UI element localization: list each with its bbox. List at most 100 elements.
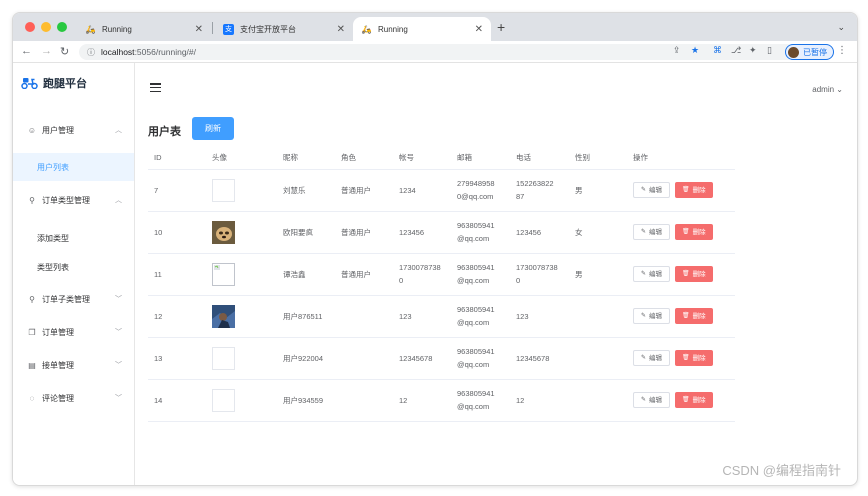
trash-icon: 🗑	[682, 228, 690, 235]
share-icon[interactable]: ⇪	[673, 45, 681, 56]
edit-button[interactable]: ✎ 编辑	[633, 224, 671, 241]
tab-close-icon[interactable]: ✕	[337, 24, 345, 35]
maximize-window-button[interactable]	[57, 22, 67, 32]
menu-add-type[interactable]: 添加类型	[13, 224, 134, 252]
delete-label: 删除	[692, 186, 706, 194]
trash-icon: 🗑	[682, 396, 690, 403]
cell-phone: 123	[510, 295, 569, 338]
cell-email: 963805941 @qq.com	[451, 337, 510, 380]
bookmark-star-icon[interactable]: ★	[691, 45, 699, 56]
phone-line: 1730078738	[516, 263, 558, 272]
brand: 跑腿平台	[21, 75, 87, 91]
menu-comment-management[interactable]: ◌ 评论管理 ﹀	[13, 383, 134, 413]
chevron-down-icon: ⌄	[836, 85, 843, 94]
email-line: 279948958	[457, 179, 495, 188]
reload-icon[interactable]: ↻	[60, 45, 69, 58]
cell-account: 123456	[393, 211, 451, 254]
back-icon[interactable]: ←	[21, 45, 32, 57]
menu-order-subtype-management[interactable]: ⚲ 订单子类管理 ﹀	[13, 284, 134, 314]
delete-button[interactable]: 🗑 删除	[675, 350, 713, 367]
phone-line: 0	[516, 276, 521, 285]
cell-nickname: 谭浩鑫	[277, 253, 335, 296]
more-menu-icon[interactable]: ⋮	[837, 45, 847, 56]
url-field[interactable]: ⓘ localhost:5056/running/#/	[79, 44, 795, 60]
cell-role: 普通用户	[335, 253, 393, 296]
menu-type-list[interactable]: 类型列表	[13, 253, 134, 281]
menu-user-list[interactable]: 用户列表	[13, 153, 134, 181]
account-line: 0	[399, 276, 404, 285]
user-dropdown[interactable]: admin ⌄	[812, 85, 843, 94]
minimize-window-button[interactable]	[41, 22, 51, 32]
cell-phone: 12	[510, 379, 569, 422]
browser-tab-1[interactable]: 🛵 Running ✕	[77, 17, 211, 41]
profile-paused-button[interactable]: 已暂停	[785, 44, 834, 60]
delete-button[interactable]: 🗑 删除	[675, 182, 713, 199]
cell-phone: 152263822 87	[510, 169, 569, 212]
cell-id: 14	[148, 379, 206, 422]
cell-avatar	[206, 379, 277, 422]
close-window-button[interactable]	[25, 22, 35, 32]
browser-tab-2[interactable]: 支 支付宝开放平台 ✕	[215, 17, 353, 41]
alipay-favicon-icon: 支	[223, 23, 234, 35]
browser-tab-3[interactable]: 🛵 Running ✕	[353, 17, 491, 41]
cell-actions: ✎ 编辑 🗑 删除	[627, 379, 735, 422]
menu-toggle-icon[interactable]	[150, 83, 161, 92]
tab-close-icon[interactable]: ✕	[475, 24, 483, 35]
delete-button[interactable]: 🗑 删除	[675, 224, 713, 241]
cell-email: 963805941 @qq.com	[451, 379, 510, 422]
cell-email: 963805941 @qq.com	[451, 211, 510, 254]
puzzle-icon[interactable]: ✦	[749, 45, 757, 56]
edit-button[interactable]: ✎ 编辑	[633, 182, 671, 199]
browser-window: 🛵 Running ✕ 支 支付宝开放平台 ✕ 🛵 Running ✕ + ⌄ …	[12, 12, 858, 486]
new-tab-icon[interactable]: +	[497, 20, 505, 34]
edit-label: 编辑	[649, 354, 663, 362]
delete-button[interactable]: 🗑 删除	[675, 308, 713, 325]
menu-user-management[interactable]: ☺ 用户管理 ︿	[13, 115, 134, 145]
tab-search-chevron-icon[interactable]: ⌄	[837, 22, 845, 33]
translate-icon[interactable]: ⌘	[713, 45, 722, 56]
delete-button[interactable]: 🗑 删除	[675, 392, 713, 409]
menu-label: 订单管理	[42, 327, 74, 337]
cell-gender: 男	[569, 169, 627, 212]
delete-button[interactable]: 🗑 删除	[675, 266, 713, 283]
edit-button[interactable]: ✎ 编辑	[633, 308, 671, 325]
cell-nickname: 欧阳要疯	[277, 211, 335, 254]
phone-line: 123	[516, 311, 529, 321]
edit-icon: ✎	[641, 270, 647, 277]
sidepanel-icon[interactable]: ▯	[767, 45, 772, 56]
user-icon: ☺	[27, 125, 37, 135]
paperclip-icon: ⚲	[29, 294, 35, 304]
edit-button[interactable]: ✎ 编辑	[633, 392, 671, 409]
cell-id: 13	[148, 337, 206, 380]
avatar	[212, 346, 235, 370]
watermark: CSDN @编程指南针	[722, 463, 841, 478]
table-row: 10 欧阳要疯 普通用户 123456 963805941 @qq.com 12…	[148, 211, 735, 254]
dog-avatar-image	[212, 220, 235, 244]
cell-nickname: 用户922004	[277, 337, 335, 380]
cell-email: 963805941 @qq.com	[451, 295, 510, 338]
phone-line: 12345678	[516, 353, 550, 363]
cell-actions: ✎ 编辑 🗑 删除	[627, 169, 735, 212]
menu-order-type-management[interactable]: ⚲ 订单类型管理 ︿	[13, 185, 134, 215]
column-header: 电话	[510, 147, 569, 170]
edit-button[interactable]: ✎ 编辑	[633, 266, 671, 283]
refresh-button[interactable]: 刷新	[192, 117, 234, 140]
tab-divider	[212, 22, 213, 34]
email-line: 963805941	[457, 221, 495, 230]
edit-button[interactable]: ✎ 编辑	[633, 350, 671, 367]
cell-role: 普通用户	[335, 169, 393, 212]
extension-icon[interactable]: ⎇	[731, 45, 741, 56]
cell-nickname: 用户876511	[277, 295, 335, 338]
cell-phone: 12345678	[510, 337, 569, 380]
edit-icon: ✎	[641, 228, 647, 235]
email-line: 0@qq.com	[457, 192, 494, 201]
email-line: 963805941	[457, 347, 495, 356]
cell-id: 11	[148, 253, 206, 296]
edit-label: 编辑	[649, 186, 663, 194]
forward-icon[interactable]: →	[41, 45, 52, 57]
tab-close-icon[interactable]: ✕	[195, 24, 203, 35]
site-info-icon[interactable]: ⓘ	[87, 47, 95, 58]
menu-accept-management[interactable]: ▤ 接单管理 ﹀	[13, 350, 134, 380]
menu-order-management[interactable]: ❐ 订单管理 ﹀	[13, 317, 134, 347]
chevron-down-icon: ﹀	[115, 329, 122, 336]
